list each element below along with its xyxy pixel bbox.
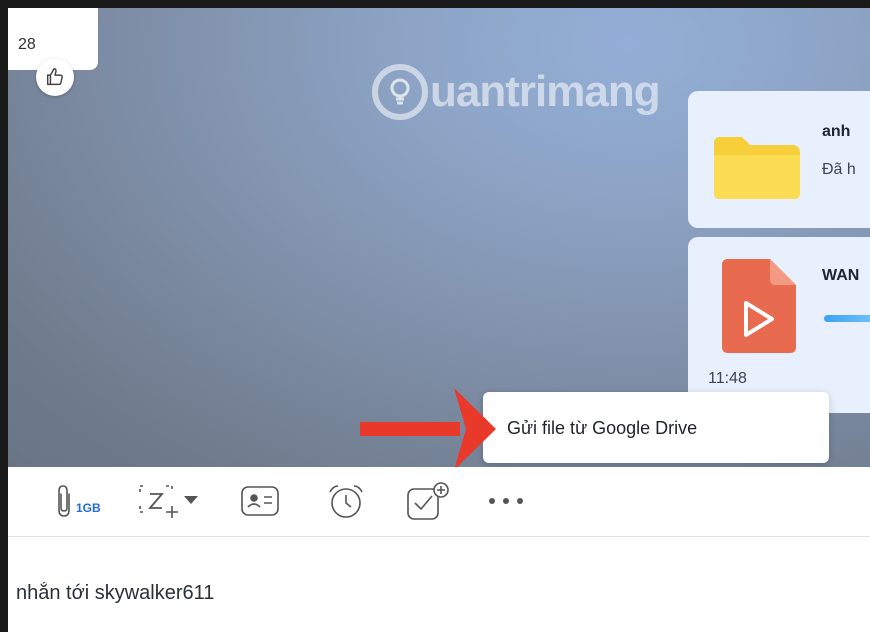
- contact-card-button[interactable]: [238, 481, 282, 521]
- attach-file-button[interactable]: [52, 481, 78, 521]
- message-composer: [8, 537, 870, 632]
- task-icon: [407, 482, 449, 520]
- video-file-icon: [722, 259, 796, 353]
- window-border-top: [0, 0, 870, 8]
- attach-size-label: 1GB: [76, 501, 101, 515]
- file-status: Đã h: [822, 161, 856, 178]
- more-options-button[interactable]: [482, 481, 530, 521]
- lightbulb-icon: [372, 64, 428, 120]
- chat-window: 28 uantrimang anh Đã h WAN 11:48 Gửi fil…: [0, 0, 870, 632]
- file-name: WAN: [822, 267, 860, 284]
- tooltip-text: Gửi file từ Google Drive: [507, 418, 698, 438]
- window-border-left: [0, 0, 8, 632]
- file-name: anh: [822, 123, 851, 140]
- thumbs-up-icon: [46, 68, 63, 86]
- file-message-video[interactable]: WAN 11:48: [688, 237, 870, 413]
- contact-card-icon: [241, 486, 279, 516]
- composer-toolbar: 1GB: [8, 467, 870, 537]
- reminder-icon: [329, 485, 363, 518]
- download-progress: [824, 315, 870, 322]
- google-drive-tooltip: Gửi file từ Google Drive: [483, 392, 829, 463]
- attach-file-icon: [58, 485, 70, 517]
- more-icon: [489, 498, 523, 504]
- reminder-button[interactable]: [324, 481, 368, 521]
- red-arrow-annotation: [360, 388, 496, 470]
- watermark: uantrimang: [372, 64, 661, 120]
- like-button[interactable]: [36, 58, 74, 96]
- message-time: 11:48: [708, 370, 747, 387]
- message-text: 28: [18, 36, 36, 53]
- screenshot-icon: [139, 485, 198, 518]
- task-button[interactable]: [404, 481, 452, 521]
- screenshot-button[interactable]: [136, 481, 204, 521]
- file-message-folder[interactable]: anh Đã h: [688, 91, 870, 228]
- folder-icon: [714, 137, 800, 199]
- message-input[interactable]: [16, 582, 616, 605]
- watermark-text: uantrimang: [430, 67, 661, 116]
